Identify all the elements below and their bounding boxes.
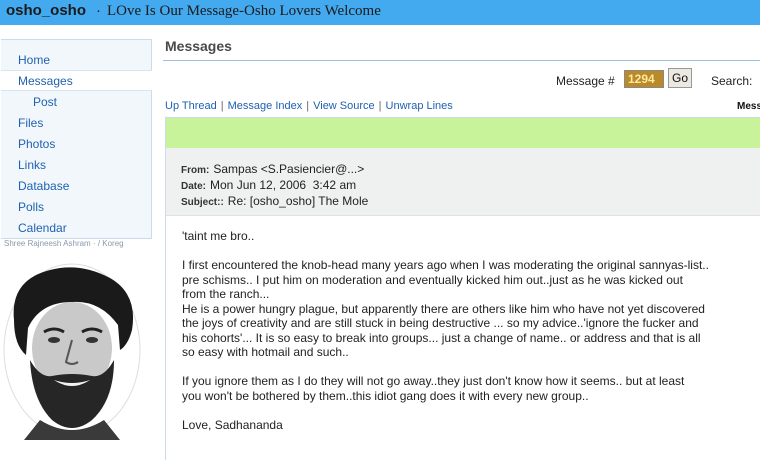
sidebar-nav: Home Messages Post Files Photos Links Da… bbox=[1, 39, 152, 239]
message-headers: From: Sampas <S.Pasiencier@...> Date: Mon … bbox=[166, 148, 760, 216]
link-separator: | bbox=[220, 100, 224, 112]
body-paragraph: Love, Sadhananda bbox=[182, 417, 283, 432]
subject-label: Subject:: bbox=[181, 197, 224, 208]
header-separator: · bbox=[96, 2, 101, 19]
date-label: Date: bbox=[181, 181, 207, 192]
sidebar-item-files[interactable]: Files bbox=[18, 116, 43, 130]
up-thread-link[interactable]: Up Thread bbox=[165, 100, 217, 112]
message-nav-label-truncated: Mess bbox=[737, 101, 760, 112]
unwrap-lines-link[interactable]: Unwrap Lines bbox=[386, 100, 453, 112]
sidebar-item-photos[interactable]: Photos bbox=[18, 137, 55, 151]
message-index-link[interactable]: Message Index bbox=[228, 100, 303, 112]
page-title: Messages bbox=[165, 38, 232, 54]
group-portrait-image bbox=[3, 263, 141, 440]
body-paragraph: 'taint me bro.. bbox=[182, 229, 255, 243]
go-button[interactable]: Go bbox=[668, 68, 692, 88]
sidebar-item-messages[interactable]: Messages bbox=[18, 74, 73, 88]
message-body: 'taint me bro.. I first encountered the … bbox=[182, 229, 760, 447]
link-separator: | bbox=[306, 100, 310, 112]
sidebar-item-database[interactable]: Database bbox=[18, 179, 69, 193]
sidebar-item-home[interactable]: Home bbox=[18, 53, 50, 67]
subject-value: Re: [osho_osho] The Mole bbox=[227, 194, 369, 208]
title-divider bbox=[163, 60, 760, 61]
message-number-input[interactable]: 1294 bbox=[624, 70, 664, 88]
subject-row: Subject:: Re: [osho_osho] The Mole bbox=[181, 194, 368, 208]
group-header: osho_osho · LOve Is Our Message-Osho Lov… bbox=[0, 0, 760, 25]
body-paragraph: I first encountered the knob-head many y… bbox=[182, 258, 709, 359]
date-value: Mon Jun 12, 2006 3:42 am bbox=[210, 178, 357, 192]
message-number-label: Message # bbox=[556, 74, 615, 88]
message-top-bar bbox=[166, 118, 760, 148]
link-separator: | bbox=[378, 100, 382, 112]
sidebar-item-links[interactable]: Links bbox=[18, 158, 46, 172]
from-value: Sampas <S.Pasiencier@...> bbox=[213, 162, 365, 176]
thread-links-bar: Up Thread | Message Index | View Source | Unwr… bbox=[165, 100, 453, 112]
body-paragraph: If you ignore them as I do they will not… bbox=[182, 374, 685, 403]
group-name[interactable]: osho_osho bbox=[6, 2, 86, 19]
date-row: Date: Mon Jun 12, 2006 3:42 am bbox=[181, 178, 356, 192]
group-description: LOve Is Our Message-Osho Lovers Welcome bbox=[107, 3, 381, 19]
sidebar-item-polls[interactable]: Polls bbox=[18, 200, 44, 214]
sidebar-item-post[interactable]: Post bbox=[33, 95, 57, 109]
sidebar-item-calendar[interactable]: Calendar bbox=[18, 221, 67, 235]
from-row: From: Sampas <S.Pasiencier@...> bbox=[181, 162, 364, 176]
message-panel: From: Sampas <S.Pasiencier@...> Date: Mon … bbox=[165, 117, 760, 460]
photo-caption: Shree Rajneesh Ashram · / Koreg bbox=[4, 239, 124, 248]
from-label: From: bbox=[181, 165, 210, 176]
view-source-link[interactable]: View Source bbox=[313, 100, 375, 112]
search-label: Search: bbox=[711, 74, 753, 88]
